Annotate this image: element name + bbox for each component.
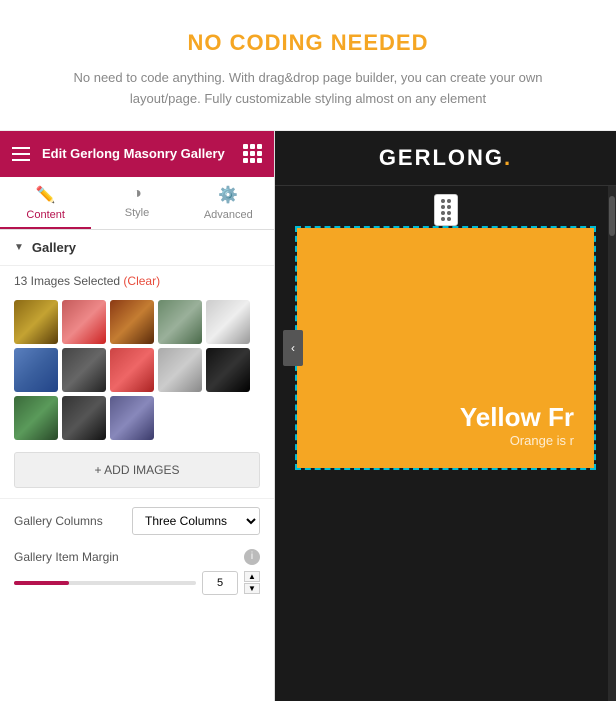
gallery-columns-label: Gallery Columns xyxy=(14,514,124,528)
preview-logo-text: GERLONG xyxy=(379,145,504,170)
gallery-columns-select[interactable]: One Column Two Columns Three Columns Fou… xyxy=(132,507,260,535)
images-count: 13 Images Selected xyxy=(14,274,120,288)
preview-logo: GERLONG. xyxy=(379,145,512,171)
thumbnail-6[interactable] xyxy=(14,348,58,392)
thumbnail-8[interactable] xyxy=(110,348,154,392)
panel-header-left: Edit Gerlong Masonry Gallery xyxy=(12,146,225,161)
main-layout: Edit Gerlong Masonry Gallery ✏️ Content … xyxy=(0,131,616,701)
tabs: ✏️ Content ◑ Style ⚙️ Advanced xyxy=(0,177,274,230)
preview-content: ‹ Yellow Fr Orange is r xyxy=(275,186,616,701)
margin-decrement-button[interactable]: ▼ xyxy=(244,583,260,594)
yellow-block: Yellow Fr Orange is r xyxy=(297,228,594,468)
thumbnail-13[interactable] xyxy=(110,396,154,440)
images-selected-info: 13 Images Selected (Clear) xyxy=(0,266,274,296)
preview-logo-dot: . xyxy=(504,145,512,170)
preview-header: GERLONG. xyxy=(275,131,616,186)
tab-advanced[interactable]: ⚙️ Advanced xyxy=(183,177,274,229)
gallery-preview-box: ‹ Yellow Fr Orange is r xyxy=(295,226,596,470)
style-icon: ◑ xyxy=(132,185,142,203)
grid-handle[interactable] xyxy=(434,194,458,226)
left-panel: Edit Gerlong Masonry Gallery ✏️ Content … xyxy=(0,131,275,701)
thumbnail-3[interactable] xyxy=(110,300,154,344)
thumbnail-11[interactable] xyxy=(14,396,58,440)
thumbnail-9[interactable] xyxy=(158,348,202,392)
advanced-icon: ⚙️ xyxy=(218,185,238,205)
scrollbar[interactable] xyxy=(608,186,616,701)
gallery-columns-row: Gallery Columns One Column Two Columns T… xyxy=(0,498,274,543)
thumbnail-12[interactable] xyxy=(62,396,106,440)
content-icon: ✏️ xyxy=(36,185,56,205)
scroll-thumb xyxy=(609,196,615,236)
tab-style-label: Style xyxy=(125,207,149,219)
tab-content-label: Content xyxy=(26,209,65,221)
thumbnail-grid xyxy=(0,296,274,448)
banner-title-black: NO CODING xyxy=(188,30,324,55)
tab-style[interactable]: ◑ Style xyxy=(91,177,182,229)
margin-value-box[interactable]: 5 xyxy=(202,571,238,595)
thumbnail-1[interactable] xyxy=(14,300,58,344)
panel-title: Edit Gerlong Masonry Gallery xyxy=(42,146,225,161)
margin-increment-button[interactable]: ▲ xyxy=(244,571,260,582)
apps-icon[interactable] xyxy=(243,144,262,163)
gallery-section-header[interactable]: ▼ Gallery xyxy=(0,230,274,266)
top-banner: NO CODING NEEDED No need to code anythin… xyxy=(0,0,616,131)
section-arrow-icon: ▼ xyxy=(14,242,24,253)
banner-title: NO CODING NEEDED xyxy=(60,30,556,56)
right-preview: GERLONG. ‹ Yellow Fr Orange is r xyxy=(275,131,616,701)
thumbnail-5[interactable] xyxy=(206,300,250,344)
gallery-item-margin-row: Gallery Item Margin i xyxy=(0,543,274,571)
banner-description: No need to code anything. With drag&drop… xyxy=(60,68,556,110)
panel-header: Edit Gerlong Masonry Gallery xyxy=(0,131,274,177)
tab-advanced-label: Advanced xyxy=(204,209,253,221)
grid-handle-dots xyxy=(441,199,451,221)
margin-input-row: 5 ▲ ▼ xyxy=(0,571,274,603)
tab-content[interactable]: ✏️ Content xyxy=(0,177,91,229)
yellow-text-sub: Orange is r xyxy=(510,433,574,448)
hamburger-icon[interactable] xyxy=(12,147,30,161)
add-images-button[interactable]: + ADD IMAGES xyxy=(14,452,260,488)
gallery-item-margin-label: Gallery Item Margin xyxy=(14,550,236,564)
margin-stepper: ▲ ▼ xyxy=(244,571,260,594)
thumbnail-2[interactable] xyxy=(62,300,106,344)
banner-title-orange: NEEDED xyxy=(331,30,429,55)
info-icon[interactable]: i xyxy=(244,549,260,565)
thumbnail-7[interactable] xyxy=(62,348,106,392)
nav-arrow-left-button[interactable]: ‹ xyxy=(283,330,303,366)
yellow-text-main: Yellow Fr xyxy=(460,402,574,433)
thumbnail-10[interactable] xyxy=(206,348,250,392)
gallery-section-title: Gallery xyxy=(32,240,76,255)
clear-link[interactable]: (Clear) xyxy=(123,274,160,288)
margin-slider[interactable] xyxy=(14,581,196,585)
thumbnail-4[interactable] xyxy=(158,300,202,344)
panel-body: ▼ Gallery 13 Images Selected (Clear) xyxy=(0,230,274,701)
margin-slider-fill xyxy=(14,581,69,585)
